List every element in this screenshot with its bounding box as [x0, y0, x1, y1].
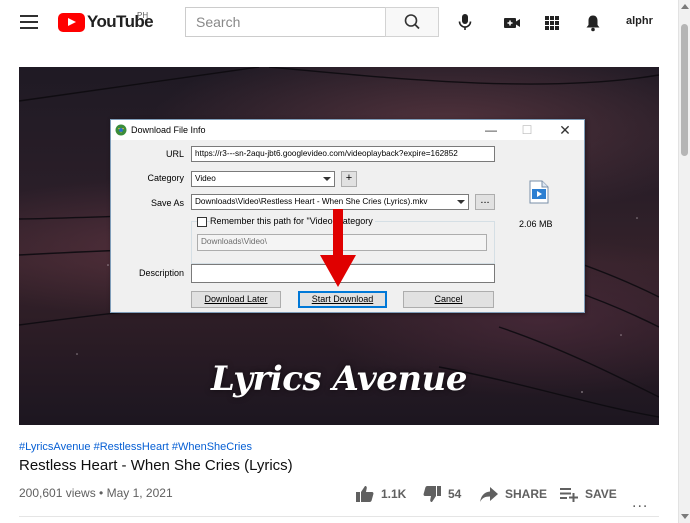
cancel-button[interactable]: Cancel — [403, 291, 494, 308]
video-camera-add-icon — [504, 18, 520, 28]
remember-path-checkbox[interactable] — [197, 217, 207, 227]
save-button[interactable]: SAVE — [559, 484, 617, 504]
apps-grid-icon — [545, 16, 559, 30]
more-actions-icon[interactable]: ... — [632, 494, 648, 512]
video-overlay-title: Lyrics Avenue — [211, 359, 467, 399]
views-and-date: 200,601 views • May 1, 2021 — [19, 486, 173, 500]
account-label[interactable]: alphr — [626, 15, 653, 27]
masthead: YouTube PH Search alphr — [0, 0, 678, 46]
thumbs-down-icon — [423, 486, 441, 502]
file-size: 2.06 MB — [519, 219, 553, 229]
red-arrow-annotation — [320, 209, 356, 287]
chevron-down-icon — [323, 177, 331, 181]
start-download-button[interactable]: Start Download — [298, 291, 387, 308]
microphone-icon — [458, 14, 472, 30]
thumbs-up-icon — [356, 486, 374, 502]
scroll-down-arrow-icon[interactable] — [681, 514, 689, 519]
minimize-icon[interactable]: — — [473, 120, 509, 140]
save-as-label: Save As — [150, 198, 184, 208]
bell-icon — [586, 15, 600, 32]
category-label: Category — [147, 173, 184, 183]
search-input[interactable]: Search — [185, 7, 385, 37]
save-as-select[interactable]: Downloads\Video\Restless Heart - When Sh… — [191, 194, 469, 210]
screen: YouTube PH Search alphr Lyrics Avenue Do… — [0, 0, 690, 523]
notifications-button[interactable] — [582, 12, 604, 34]
url-label: URL — [165, 149, 184, 159]
share-arrow-icon — [480, 487, 498, 502]
share-label: SHARE — [505, 487, 548, 501]
dialog-titlebar[interactable]: Download File Info — ☐ ✕ — [111, 120, 584, 140]
divider — [19, 516, 659, 517]
playlist-add-icon — [560, 488, 578, 502]
like-button[interactable]: 1.1K — [355, 484, 406, 504]
search-button[interactable] — [385, 7, 439, 37]
download-later-button[interactable]: Download Later — [191, 291, 281, 308]
dialog-title: Download File Info — [131, 125, 206, 135]
apps-button[interactable] — [541, 12, 563, 34]
youtube-play-icon — [58, 12, 85, 32]
save-as-value: Downloads\Video\Restless Heart - When Sh… — [195, 197, 428, 206]
video-file-icon — [529, 180, 549, 204]
page-scrollbar[interactable] — [678, 0, 690, 523]
create-video-button[interactable] — [501, 12, 523, 34]
url-field[interactable]: https://r3---sn-2aqu-jbt6.googlevideo.co… — [191, 146, 495, 162]
hashtags-link[interactable]: #LyricsAvenue #RestlessHeart #WhenSheCri… — [19, 441, 252, 453]
menu-icon[interactable] — [20, 15, 38, 29]
idm-app-icon — [115, 124, 127, 136]
scrollbar-thumb[interactable] — [681, 24, 688, 156]
save-label: SAVE — [585, 487, 617, 501]
country-code: PH — [137, 11, 149, 20]
maximize-icon: ☐ — [521, 123, 533, 137]
description-label: Description — [138, 268, 184, 278]
like-count: 1.1K — [381, 487, 407, 501]
category-value: Video — [195, 174, 216, 183]
close-icon[interactable]: ✕ — [547, 120, 583, 140]
category-select[interactable]: Video — [191, 171, 335, 187]
chevron-down-icon — [457, 200, 465, 204]
voice-search-button[interactable] — [452, 9, 478, 35]
video-title: Restless Heart - When She Cries (Lyrics) — [19, 457, 293, 474]
dislike-count: 54 — [448, 487, 462, 501]
add-category-button[interactable]: + — [341, 171, 357, 187]
share-button[interactable]: SHARE — [479, 484, 547, 504]
dislike-button[interactable]: 54 — [422, 484, 461, 504]
search-icon — [404, 14, 420, 30]
browse-button[interactable]: ... — [475, 194, 495, 210]
scroll-up-arrow-icon[interactable] — [681, 4, 689, 9]
